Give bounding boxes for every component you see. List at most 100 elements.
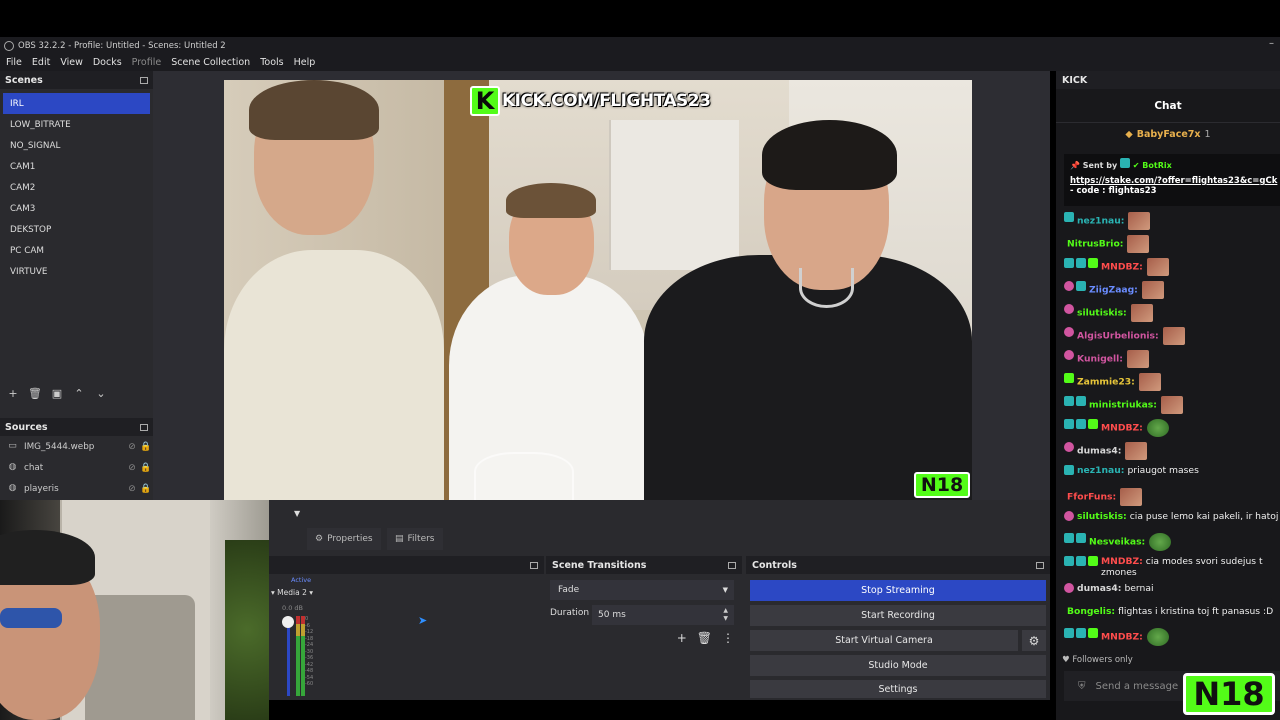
source-item-playeris[interactable]: ◍ playeris ⊘ 🔒 (0, 478, 153, 499)
chat-username[interactable]: MNDBZ: (1101, 423, 1143, 434)
badge-icon (1064, 442, 1074, 452)
chat-message: dumas4: (1064, 437, 1280, 460)
kick-chat-dock: KICK Chat ◆ BabyFace7x 1 📌 Sent by ✔ Bot… (1056, 71, 1280, 720)
filters-icon[interactable]: ▣ (50, 387, 64, 400)
menu-view[interactable]: View (60, 57, 83, 68)
dock-float-icon[interactable] (1036, 561, 1044, 569)
lock-icon[interactable]: 🔒 (139, 442, 153, 452)
chat-username[interactable]: AlgisUrbelionis: (1077, 331, 1159, 342)
add-icon[interactable]: + (677, 631, 687, 645)
scene-item-dekstop[interactable]: DEKSTOP (3, 219, 150, 240)
studio-mode-button[interactable]: Studio Mode (750, 655, 1046, 676)
chat-username[interactable]: nez1nau: (1077, 216, 1124, 227)
active-label: Active (291, 576, 312, 584)
chat-username[interactable]: NitrusBrio: (1067, 239, 1123, 250)
add-scene-icon[interactable]: + (6, 387, 20, 400)
source-item-image[interactable]: ▭ IMG_5444.webp ⊘ 🔒 (0, 436, 153, 457)
trash-icon[interactable]: 🗑 (697, 631, 712, 645)
menu-help[interactable]: Help (294, 57, 316, 68)
chat-username[interactable]: FforFuns: (1067, 491, 1116, 502)
collapse-arrow-icon[interactable]: ▼ (294, 509, 300, 518)
chat-username[interactable]: ministriukas: (1089, 400, 1157, 411)
start-recording-button[interactable]: Start Recording (750, 605, 1046, 626)
menu-docks[interactable]: Docks (93, 57, 122, 68)
menu-profile[interactable]: Profile (132, 57, 162, 68)
scene-item-pc-cam[interactable]: PC CAM (3, 240, 150, 261)
user-badges (1064, 628, 1098, 638)
scenes-toolbar: + 🗑 ▣ ⌃ ⌄ (0, 380, 153, 406)
visibility-hidden-icon[interactable]: ⊘ (125, 442, 139, 452)
badge-icon (1076, 258, 1086, 268)
pinned-gifter[interactable]: ◆ BabyFace7x 1 (1056, 123, 1280, 145)
chat-message: silutiskis: cia puse lemo kai pakeli, ir … (1064, 506, 1280, 529)
lock-icon[interactable]: 🔒 (139, 484, 153, 494)
pinned-link[interactable]: https://stake.com/?offer=flightas23&c=gC… (1070, 176, 1277, 186)
scene-item-cam1[interactable]: CAM1 (3, 156, 150, 177)
move-down-icon[interactable]: ⌄ (94, 387, 108, 400)
source-item-chat[interactable]: ◍ chat ⊘ 🔒 (0, 457, 153, 478)
user-badges (1064, 304, 1074, 314)
menu-file[interactable]: File (6, 57, 22, 68)
mouse-cursor-icon: ➤ (418, 614, 428, 627)
scene-item-no-signal[interactable]: NO_SIGNAL (3, 135, 150, 156)
chat-username[interactable]: dumas4: (1077, 583, 1121, 594)
emote-icon (1138, 373, 1161, 391)
chat-username[interactable]: silutiskis: (1077, 308, 1127, 319)
menu-scene-collection[interactable]: Scene Collection (171, 57, 250, 68)
chat-username[interactable]: Nesveikas: (1089, 537, 1145, 548)
virtual-camera-settings-icon[interactable]: ⚙ (1022, 630, 1046, 651)
settings-button[interactable]: Settings (750, 680, 1046, 698)
chat-username[interactable]: ZiigZaag: (1089, 285, 1138, 296)
dock-float-icon[interactable] (728, 561, 736, 569)
filters-label: Filters (407, 534, 435, 544)
audio-mixer: Active ▾ Media 2 ▾ 0.0 dB 0 -6 -12 -18 -… (269, 574, 544, 700)
source-name: chat (24, 462, 44, 473)
program-preview[interactable]: K KICK.COM/FLIGHTAS23 N18 (224, 80, 972, 501)
dock-float-icon[interactable] (530, 561, 538, 569)
scene-item-virtuve[interactable]: VIRTUVE (3, 261, 150, 282)
duration-input[interactable]: 50 ms ▲ ▼ (592, 605, 734, 625)
chat-username[interactable]: MNDBZ: (1101, 632, 1143, 643)
chat-username[interactable]: Zammie23: (1077, 377, 1135, 388)
chat-username[interactable]: MNDBZ: (1101, 556, 1143, 567)
chat-username[interactable]: silutiskis: (1077, 511, 1127, 522)
visibility-hidden-icon[interactable]: ⊘ (125, 463, 139, 473)
globe-icon: ◍ (8, 462, 17, 472)
stop-streaming-button[interactable]: Stop Streaming (750, 580, 1046, 601)
badge-icon (1064, 583, 1074, 593)
dock-float-icon[interactable] (140, 76, 148, 84)
chat-username[interactable]: Bongelis: (1067, 606, 1115, 617)
kick-url-overlay: K KICK.COM/FLIGHTAS23 (470, 86, 716, 116)
remove-scene-icon[interactable]: 🗑 (28, 387, 42, 400)
dock-float-icon[interactable] (140, 423, 148, 431)
scene-item-irl[interactable]: IRL (3, 93, 150, 114)
user-badges (1064, 442, 1074, 452)
transition-select[interactable]: Fade ▼ (550, 580, 734, 600)
minimize-icon[interactable]: – (1269, 38, 1274, 49)
chat-username[interactable]: MNDBZ: (1101, 262, 1143, 273)
scene-item-cam2[interactable]: CAM2 (3, 177, 150, 198)
chat-username[interactable]: nez1nau: (1077, 465, 1124, 476)
scene-item-low-bitrate[interactable]: LOW_BITRATE (3, 114, 150, 135)
track-name[interactable]: ▾ Media 2 ▾ (271, 588, 313, 597)
scene-item-cam3[interactable]: CAM3 (3, 198, 150, 219)
chat-title: Chat (1056, 89, 1280, 123)
more-icon[interactable]: ⋮ (722, 631, 734, 645)
properties-button[interactable]: ⚙ Properties (307, 528, 381, 550)
volume-slider-track[interactable] (287, 618, 290, 696)
filters-button[interactable]: ▤ Filters (387, 528, 443, 550)
shield-icon: ⛨ (1078, 680, 1086, 692)
visibility-hidden-icon[interactable]: ⊘ (125, 484, 139, 494)
badge-icon (1064, 396, 1074, 406)
start-virtual-camera-button[interactable]: Start Virtual Camera (750, 630, 1018, 651)
scene-list: IRL LOW_BITRATE NO_SIGNAL CAM1 CAM2 CAM3… (0, 89, 153, 380)
chat-username[interactable]: dumas4: (1077, 446, 1121, 457)
chat-username[interactable]: Kunigell: (1077, 354, 1123, 365)
menu-tools[interactable]: Tools (260, 57, 283, 68)
volume-slider-handle[interactable] (282, 616, 294, 628)
menu-edit[interactable]: Edit (32, 57, 50, 68)
move-up-icon[interactable]: ⌃ (72, 387, 86, 400)
badge-icon (1064, 510, 1074, 521)
lock-icon[interactable]: 🔒 (139, 463, 153, 473)
spinner-icon[interactable]: ▲ ▼ (723, 607, 728, 623)
